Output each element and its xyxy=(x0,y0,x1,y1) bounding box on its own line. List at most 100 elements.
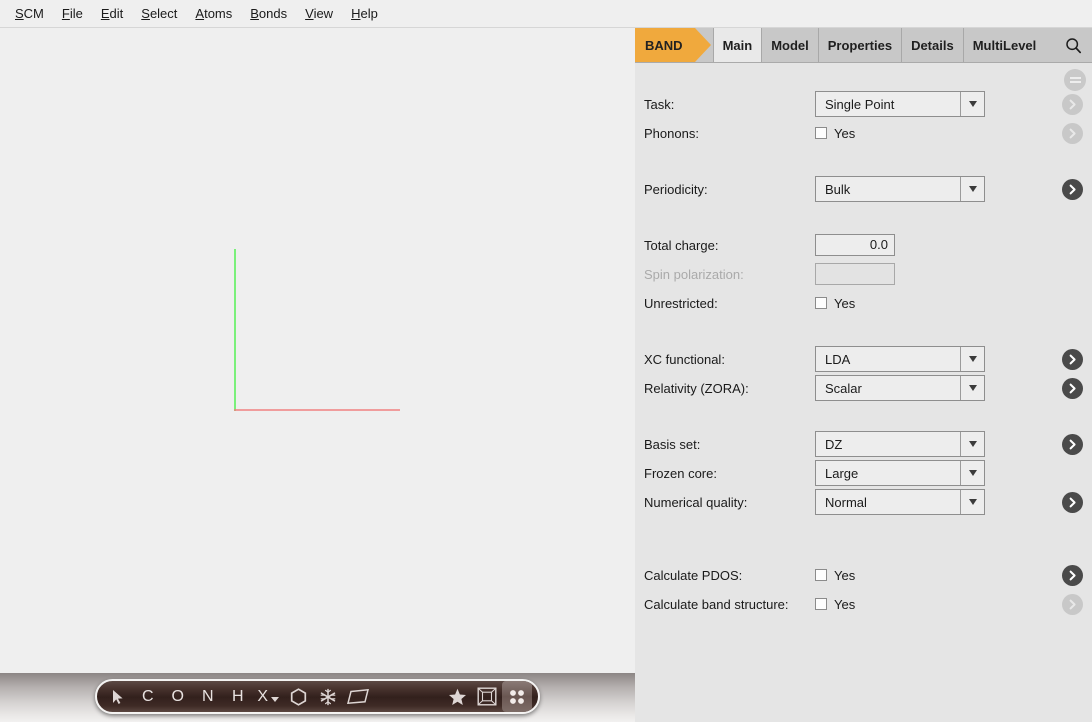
module-tab-band[interactable]: BAND xyxy=(635,28,711,62)
plane-tool[interactable] xyxy=(343,681,373,712)
group-separator xyxy=(635,518,1092,542)
chevron-down-icon xyxy=(960,461,984,485)
spin-polarization-label: Spin polarization: xyxy=(644,266,744,282)
tab-multilevel[interactable]: MultiLevel xyxy=(963,28,1046,62)
phonons-checkbox[interactable]: Yes xyxy=(815,126,855,141)
xc-functional-dropdown[interactable]: LDA xyxy=(815,346,985,372)
select-tool[interactable] xyxy=(103,681,133,712)
hydrogen-tool[interactable]: H xyxy=(223,681,253,712)
chevron-down-icon xyxy=(270,696,279,702)
hexagon-icon xyxy=(290,687,306,706)
basis-set-dropdown[interactable]: DZ xyxy=(815,431,985,457)
row-relativity: Relativity (ZORA): Scalar xyxy=(635,375,1092,401)
calculate-band-structure-label: Calculate band structure: xyxy=(644,596,789,612)
menu-label: dit xyxy=(109,6,124,21)
numerical-quality-detail-button[interactable] xyxy=(1062,491,1083,513)
relativity-value: Scalar xyxy=(825,380,862,396)
xc-functional-label: XC functional: xyxy=(644,351,725,367)
menu-item-select[interactable]: Select xyxy=(132,3,186,24)
checkbox-box xyxy=(815,569,827,581)
frozen-core-dropdown[interactable]: Large xyxy=(815,460,985,486)
calculate-band-structure-control: Yes xyxy=(815,597,855,612)
row-total-charge: Total charge: 0.0 xyxy=(635,232,1092,258)
tab-details[interactable]: Details xyxy=(902,28,964,62)
checkbox-box xyxy=(815,127,827,139)
periodicity-dropdown[interactable]: Bulk xyxy=(815,176,985,202)
task-dropdown[interactable]: Single Point xyxy=(815,91,985,117)
unrestricted-checkbox[interactable]: Yes xyxy=(815,296,855,311)
numerical-quality-dropdown[interactable]: Normal xyxy=(815,489,985,515)
chevron-right-icon xyxy=(1069,99,1076,109)
oxygen-tool[interactable]: O xyxy=(163,681,193,712)
task-value: Single Point xyxy=(825,96,895,112)
chevron-down-icon xyxy=(960,432,984,456)
calculate-pdos-detail-button[interactable] xyxy=(1062,564,1083,586)
menu-item-view[interactable]: View xyxy=(296,3,342,24)
chevron-down-icon xyxy=(960,347,984,371)
menu-item-help[interactable]: Help xyxy=(342,3,387,24)
calculate-pdos-control: Yes xyxy=(815,568,855,583)
chevron-right-icon xyxy=(1069,570,1076,580)
menu-item-scm[interactable]: SCM xyxy=(6,3,53,24)
chevron-right-icon xyxy=(1069,184,1076,194)
chevron-right-icon xyxy=(1069,497,1076,507)
snowflake-icon xyxy=(320,688,336,705)
tab-multilevel-label: MultiLevel xyxy=(972,37,1037,53)
relativity-control: Scalar xyxy=(815,375,985,401)
relativity-dropdown[interactable]: Scalar xyxy=(815,375,985,401)
star-icon xyxy=(448,688,466,705)
menu-item-bonds[interactable]: Bonds xyxy=(241,3,296,24)
group-separator xyxy=(635,205,1092,229)
calculate-pdos-checkbox[interactable]: Yes xyxy=(815,568,855,583)
ring-tool[interactable] xyxy=(283,681,313,712)
group-separator xyxy=(635,545,1092,559)
structure-toolbar: C O N H X xyxy=(95,679,540,714)
relativity-detail-button[interactable] xyxy=(1062,377,1083,399)
unit-cell-tool[interactable] xyxy=(472,681,502,712)
menu-item-atoms[interactable]: Atoms xyxy=(186,3,241,24)
atom-view-tool[interactable] xyxy=(502,681,532,712)
menu-item-edit[interactable]: Edit xyxy=(92,3,132,24)
xc-functional-detail-button[interactable] xyxy=(1062,348,1083,370)
group-separator xyxy=(635,404,1092,428)
tab-main[interactable]: Main xyxy=(712,28,763,62)
numerical-quality-control: Normal xyxy=(815,489,985,515)
row-basis-set: Basis set: DZ xyxy=(635,431,1092,457)
checkbox-box xyxy=(815,598,827,610)
group-separator xyxy=(635,319,1092,343)
calculate-pdos-label: Calculate PDOS: xyxy=(644,567,743,583)
molecule-viewport[interactable] xyxy=(0,28,635,673)
calculate-band-structure-checkbox[interactable]: Yes xyxy=(815,597,855,612)
fragment-tool[interactable] xyxy=(313,681,343,712)
unrestricted-label: Unrestricted: xyxy=(644,295,718,311)
search-icon xyxy=(1065,37,1081,53)
four-dots-icon xyxy=(510,689,524,704)
chevron-down-icon xyxy=(960,490,984,514)
menu-item-file[interactable]: File xyxy=(53,3,92,24)
element-tool[interactable]: X xyxy=(253,681,283,712)
tab-properties[interactable]: Properties xyxy=(819,28,903,62)
calculate-band-structure-detail-button[interactable] xyxy=(1062,593,1083,615)
carbon-tool[interactable]: C xyxy=(133,681,163,712)
total-charge-label: Total charge: xyxy=(644,237,719,253)
nitrogen-tool[interactable]: N xyxy=(193,681,223,712)
calculate-pdos-checkbox-label: Yes xyxy=(834,567,856,583)
periodicity-control: Bulk xyxy=(815,176,985,202)
total-charge-input[interactable]: 0.0 xyxy=(815,234,895,256)
phonons-detail-button[interactable] xyxy=(1062,122,1083,144)
basis-set-detail-button[interactable] xyxy=(1062,433,1083,455)
favorites-tool[interactable] xyxy=(442,681,472,712)
settings-form: Task: Single Point Phonons: Yes Periodic… xyxy=(635,63,1092,617)
spin-polarization-input xyxy=(815,263,895,285)
task-detail-button[interactable] xyxy=(1062,93,1083,115)
row-frozen-core: Frozen core: Large xyxy=(635,460,1092,486)
settings-panel: BAND Main Model Properties Details Multi… xyxy=(635,28,1092,722)
periodicity-detail-button[interactable] xyxy=(1062,178,1083,200)
menu-bar: SCM File Edit Select Atoms Bonds View He… xyxy=(0,0,1092,28)
task-control: Single Point xyxy=(815,91,985,117)
phonons-checkbox-label: Yes xyxy=(834,125,856,141)
tab-bar: BAND Main Model Properties Details Multi… xyxy=(635,28,1092,63)
tab-model[interactable]: Model xyxy=(762,28,819,62)
search-button[interactable] xyxy=(1054,28,1092,62)
menu-label: onds xyxy=(258,6,288,21)
